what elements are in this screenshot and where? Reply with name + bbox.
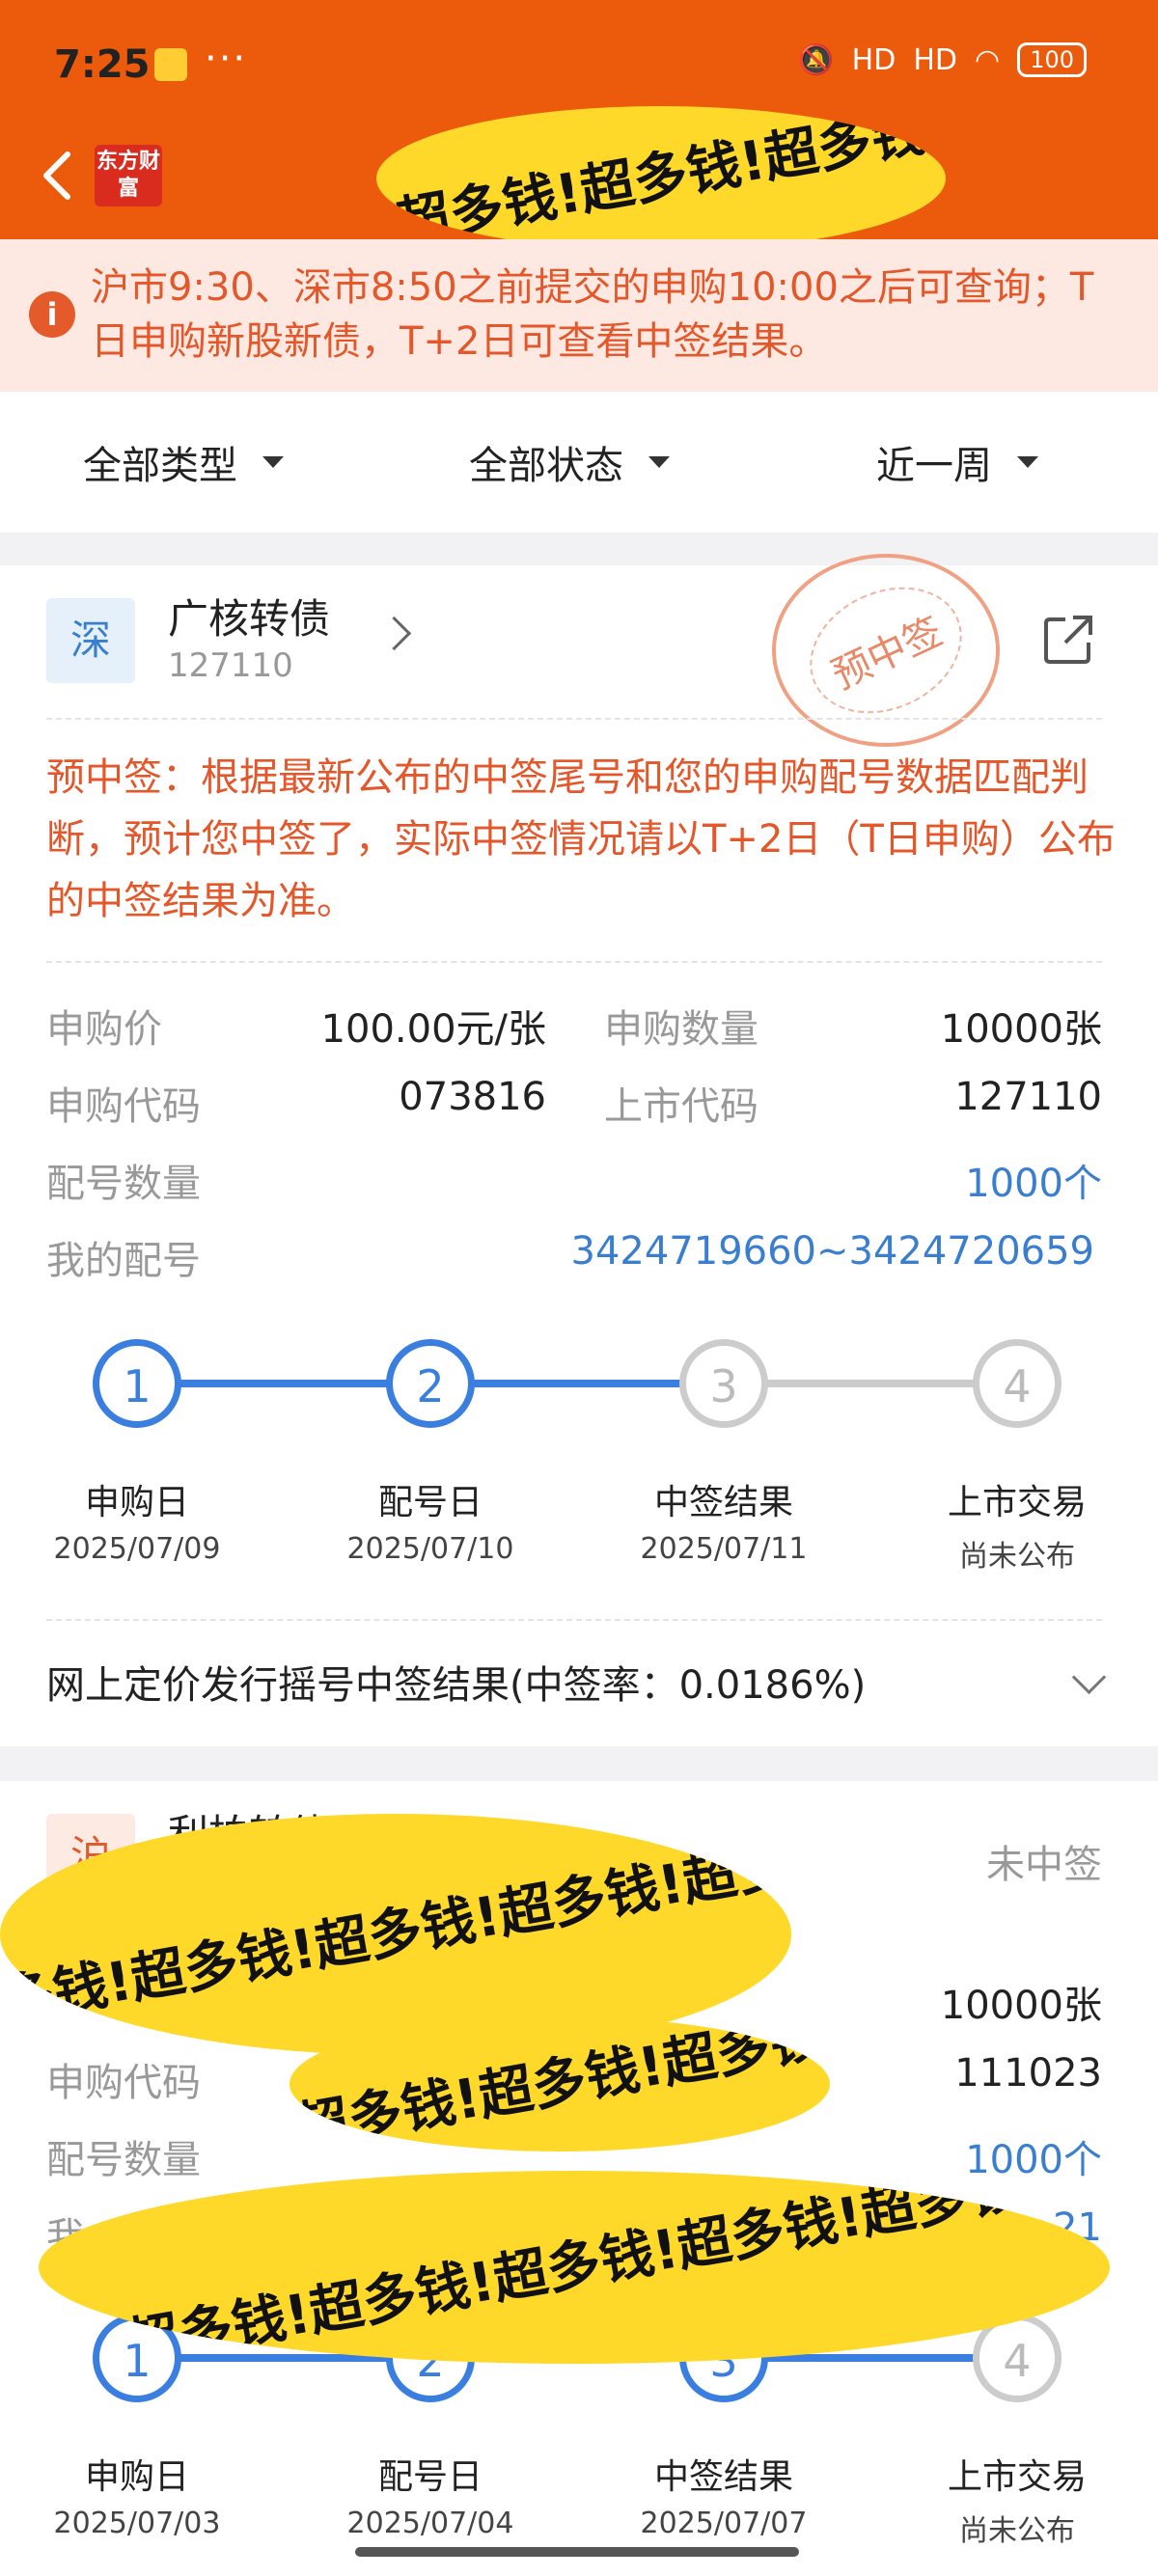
bond-code: 127110: [168, 646, 293, 685]
sub-code-label: 申购代码: [46, 2061, 201, 2105]
filter-type-dropdown[interactable]: 全部类型: [83, 434, 284, 490]
step-3-circle: 3: [679, 1339, 768, 1428]
result-status: 未中签: [986, 1843, 1102, 1887]
share-icon[interactable]: [1040, 612, 1096, 668]
list-code-value: 111023: [954, 2051, 1102, 2096]
step-3-date: 2025/07/07: [640, 2507, 808, 2540]
price-label: 申购价: [46, 1007, 162, 1052]
info-icon: i: [29, 291, 75, 338]
step-1-label: 申购日: [84, 2457, 189, 2497]
notification-icon: [154, 48, 187, 81]
step-1-label: 申购日: [84, 1483, 189, 1522]
step-4-date: 尚未公布: [959, 2514, 1075, 2548]
step-4-date: 尚未公布: [959, 1540, 1075, 1574]
wifi-icon: ◠: [975, 42, 1001, 77]
scribble-overlay: !超多钱!超多钱!超多钱!超多钱!超多钱!: [290, 2016, 830, 2151]
divider: [46, 961, 1102, 963]
signal-icon-1: HD: [851, 42, 896, 77]
price-value: 100.00元/张: [320, 1007, 546, 1052]
step-2-date: 2025/07/10: [346, 1532, 514, 1566]
status-indicators: 🔕 HD HD ◠ 100: [798, 42, 1087, 77]
scribble-overlay: !超多钱!超多钱!超多钱!超多钱!超多钱!: [0, 1814, 791, 2055]
step-2-date: 2025/07/04: [346, 2507, 514, 2540]
step-1-date: 2025/07/03: [53, 2507, 221, 2540]
more-notifications-icon: ···: [205, 37, 248, 81]
step-2-label: 配号日: [377, 1483, 482, 1522]
caret-down-icon: [1017, 456, 1038, 468]
step-2-label: 配号日: [377, 2457, 482, 2497]
step-4-label: 上市交易: [947, 2457, 1087, 2497]
qty-value: 10000张: [940, 1007, 1102, 1052]
divider: [46, 1619, 1102, 1621]
count-value[interactable]: 1000个: [820, 1152, 1102, 1208]
sub-code-value: 073816: [399, 1075, 546, 1119]
scribble-overlay-title: !超多钱!超多钱!超多钱!超多钱!超多钱!: [376, 106, 946, 251]
step-3-label: 中签结果: [653, 2457, 793, 2497]
caret-down-icon: [648, 456, 670, 468]
step-3-date: 2025/07/11: [640, 1532, 808, 1566]
qty-label: 申购数量: [604, 1007, 758, 1052]
count-label: 配号数量: [46, 1162, 201, 1206]
back-arrow-icon[interactable]: [35, 147, 83, 205]
signal-icon-2: HD: [913, 42, 957, 77]
list-code-value: 127110: [954, 1075, 1102, 1119]
prewin-explanation: 预中签：根据最新公布的中签尾号和您的申购配号数据匹配判断，预计您中签了，实际中签…: [46, 755, 1116, 923]
notice-text: 沪市9:30、深市8:50之前提交的申购10:00之后可查询；T日申购新股新债，…: [91, 265, 1094, 364]
lottery-result-row[interactable]: 网上定价发行摇号中签结果(中签率：0.0186%): [46, 1654, 866, 1710]
scribble-overlay: !超多钱!超多钱!超多钱!超多钱!超多钱!: [39, 2171, 1110, 2364]
step-3-label: 中签结果: [653, 1483, 793, 1522]
market-badge: 深: [46, 598, 135, 683]
mute-icon: 🔕: [798, 42, 835, 77]
caret-down-icon: [262, 456, 284, 468]
filter-status-dropdown[interactable]: 全部状态: [469, 434, 670, 490]
sub-code-label: 申购代码: [46, 1084, 201, 1129]
battery-icon: 100: [1017, 42, 1087, 77]
app-logo: 东方财富: [95, 145, 162, 206]
my-number-value[interactable]: 3424719660~3424720659: [540, 1229, 1095, 1274]
step-4-circle: 4: [973, 1339, 1062, 1428]
divider: [46, 718, 1102, 720]
step-1-date: 2025/07/09: [53, 1532, 221, 1566]
qty-value: 10000张: [940, 1984, 1102, 2028]
home-indicator[interactable]: [355, 2547, 799, 2557]
filter-period-dropdown[interactable]: 近一周: [876, 434, 1038, 490]
list-code-label: 上市代码: [604, 1084, 758, 1129]
count-label: 配号数量: [46, 2138, 201, 2182]
step-1-circle: 1: [93, 1339, 181, 1428]
my-number-label: 我的配号: [46, 1239, 201, 1283]
bond-name[interactable]: 广核转债: [168, 587, 330, 645]
step-2-circle: 2: [386, 1339, 475, 1428]
status-time: 7:25: [54, 42, 151, 87]
step-4-label: 上市交易: [947, 1483, 1087, 1522]
